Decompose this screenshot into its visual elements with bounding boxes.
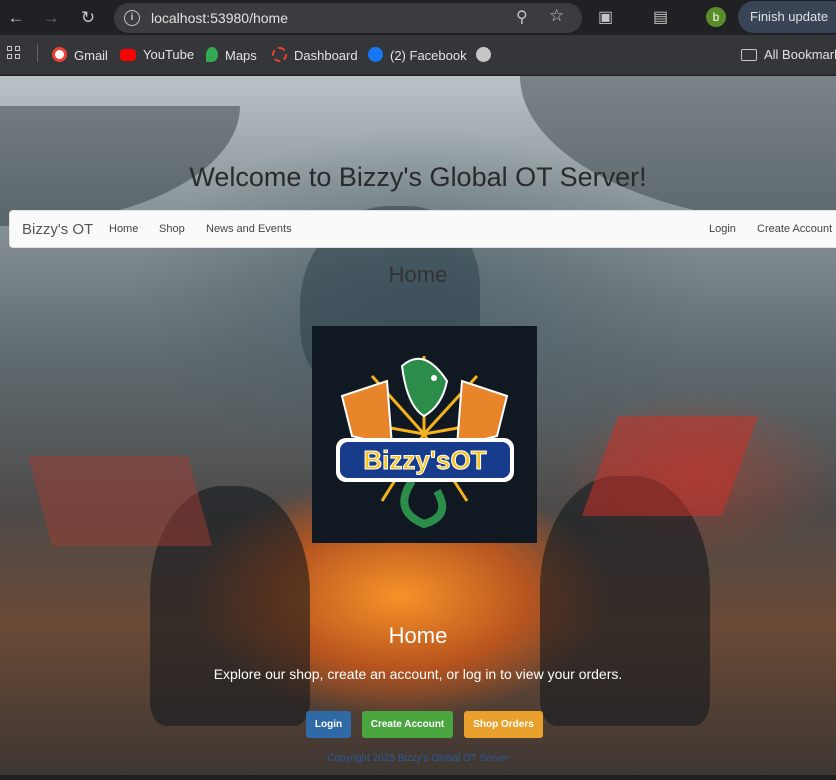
welcome-title: Welcome to Bizzy's Global OT Server!: [189, 162, 647, 192]
section-title: Home: [388, 262, 448, 287]
logo-text: Bizzy'sOT: [363, 445, 486, 475]
nav-link-home[interactable]: Home: [109, 223, 138, 235]
navbar-brand[interactable]: Bizzy's OT: [22, 221, 93, 238]
globe-icon: [476, 47, 491, 62]
folder-icon: [741, 49, 757, 61]
zoom-icon[interactable]: ⚲: [516, 7, 528, 27]
youtube-icon: [120, 49, 136, 61]
address-bar[interactable]: i localhost:53980/home ⚲ ☆: [114, 3, 582, 33]
all-bookmarks-button[interactable]: All Bookmarks: [741, 47, 836, 62]
red-banner-right: [581, 416, 759, 516]
browser-toolbar: ← → ↻ i localhost:53980/home ⚲ ☆ ▣ ▤ b F…: [0, 0, 836, 35]
nav-link-login[interactable]: Login: [709, 223, 736, 235]
bookmarks-divider: [37, 44, 38, 62]
finish-update-button[interactable]: Finish update: [738, 1, 836, 33]
taskbar-strip: [0, 775, 836, 780]
hero-title: Home: [388, 623, 448, 648]
page-background: Welcome to Bizzy's Global OT Server! Biz…: [0, 76, 836, 780]
dragon-logo-icon: Bizzy'sOT: [336, 356, 514, 529]
back-arrow-icon[interactable]: ←: [4, 6, 28, 30]
site-info-icon[interactable]: i: [124, 10, 140, 26]
extensions-icon[interactable]: ▣: [598, 7, 613, 27]
nav-link-create-account[interactable]: Create Account: [757, 223, 832, 235]
bookmark-maps[interactable]: Maps: [206, 47, 257, 63]
bookmark-dashboard[interactable]: Dashboard: [272, 47, 358, 63]
bookmark-gmail[interactable]: Gmail: [52, 47, 108, 63]
apps-grid-icon[interactable]: [7, 46, 21, 60]
red-banner-left: [27, 456, 213, 546]
login-button[interactable]: Login: [306, 711, 351, 738]
hero-subtitle: Explore our shop, create an account, or …: [213, 666, 623, 682]
dragon-wing-right: [520, 76, 836, 226]
nav-link-shop[interactable]: Shop: [159, 223, 185, 235]
reload-icon[interactable]: ↻: [76, 6, 100, 30]
url-text[interactable]: localhost:53980/home: [151, 10, 288, 26]
copyright-text: Copyright 2025 Bizzy's Global OT Server: [327, 753, 509, 764]
bizzys-ot-logo: Bizzy'sOT: [312, 326, 537, 543]
bookmark-youtube[interactable]: YouTube: [120, 47, 194, 62]
bookmark-globe[interactable]: [476, 47, 498, 63]
site-navbar: Bizzy's OT Home Shop News and Events Log…: [9, 210, 836, 248]
dashboard-icon: [272, 47, 287, 62]
nav-link-news-events[interactable]: News and Events: [206, 223, 292, 235]
create-account-button[interactable]: Create Account: [362, 711, 453, 738]
bookmark-star-icon[interactable]: ☆: [549, 6, 564, 26]
profile-avatar[interactable]: b: [706, 7, 726, 27]
facebook-icon: [368, 47, 383, 62]
tab-search-icon[interactable]: ▤: [653, 7, 668, 27]
bookmark-facebook[interactable]: (2) Facebook: [368, 47, 467, 63]
forward-arrow-icon[interactable]: →: [39, 6, 63, 30]
gmail-icon: [52, 47, 67, 62]
shop-orders-button[interactable]: Shop Orders: [464, 711, 543, 738]
maps-icon: [206, 47, 218, 62]
